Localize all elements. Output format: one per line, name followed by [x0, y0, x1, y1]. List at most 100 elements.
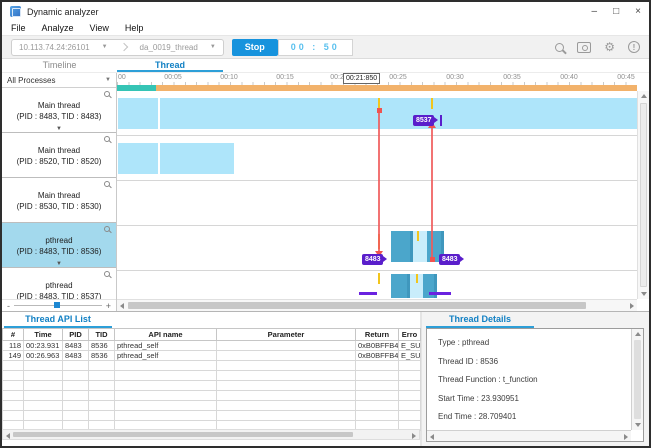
process-filter-select[interactable]: All Processes ▼ [2, 73, 116, 88]
tag-fragment [429, 292, 451, 295]
magnifier-icon[interactable] [104, 181, 110, 187]
magnifier-icon[interactable] [104, 91, 110, 97]
cell-api-name: pthread_self [115, 351, 217, 361]
detail-thread-id: Thread ID : 8536 [438, 357, 627, 366]
time-axis[interactable]: 00 00:05 00:10 00:15 00:20 00:25 00:30 0… [117, 73, 637, 85]
scrollbar-thumb[interactable] [640, 103, 647, 287]
magnifier-icon[interactable] [104, 271, 110, 277]
zoom-in-button[interactable]: + [106, 301, 111, 311]
scroll-down-icon[interactable] [635, 423, 641, 427]
scroll-up-icon[interactable] [641, 94, 647, 98]
cell-pid: 8483 [63, 341, 89, 351]
tab-timeline[interactable]: Timeline [2, 59, 117, 72]
thread-details-content: Type : pthread Thread ID : 8536 Thread F… [427, 329, 631, 430]
magnifier-icon[interactable] [104, 136, 110, 142]
chevron-down-icon: ▼ [102, 44, 108, 50]
bottom-panels: Thread API List # Time PID TID API name … [2, 311, 649, 446]
col-num[interactable]: # [3, 329, 24, 341]
detail-end-time: End Time : 28.709401 [438, 412, 627, 421]
maximize-button[interactable]: □ [613, 5, 619, 19]
chart-row-8536[interactable]: 8483 8483 [117, 226, 637, 271]
project-select[interactable]: da_0019_thread ▼ [133, 43, 223, 52]
device-select[interactable]: 10.113.74.24:26101 ▼ [12, 43, 115, 52]
axis-tick: 00:10 [220, 74, 238, 81]
table-row-empty [3, 371, 421, 381]
thread-run-segment [391, 231, 413, 262]
axis-tick: 00:30 [446, 74, 464, 81]
col-pid[interactable]: PID [63, 329, 89, 341]
settings-gear-icon[interactable]: ⚙ [604, 41, 615, 53]
zoom-slider-thumb[interactable] [54, 302, 60, 308]
scroll-left-icon[interactable] [430, 434, 434, 440]
col-tid[interactable]: TID [89, 329, 115, 341]
menu-view[interactable]: View [90, 23, 109, 33]
cell-parameter [217, 341, 356, 351]
chevron-down-icon: ▼ [210, 44, 216, 50]
info-icon[interactable]: ! [628, 41, 640, 53]
event-tick-orange [378, 234, 380, 249]
event-tick-yellow [431, 98, 433, 109]
app-window: Dynamic analyzer – □ × File Analyze View… [0, 0, 651, 448]
thread-activity-bar [118, 143, 234, 174]
scroll-left-icon[interactable] [120, 303, 124, 309]
scrollbar-thumb[interactable] [128, 302, 586, 309]
thread-list-panel: All Processes ▼ Main thread (PID : 8483,… [2, 73, 117, 311]
axis-tick: 00:45 [617, 74, 635, 81]
scroll-right-icon[interactable] [624, 434, 628, 440]
scroll-down-icon[interactable] [641, 292, 647, 296]
magnifier-icon[interactable] [104, 226, 110, 232]
table-row[interactable]: 149 00:26.963 8483 8536 pthread_self 0xB… [3, 351, 421, 361]
app-icon [10, 6, 21, 17]
details-vertical-scrollbar[interactable] [631, 329, 643, 430]
chart-row-8537[interactable] [117, 271, 637, 299]
cell-time: 00:23.931 [24, 341, 63, 351]
axis-tick: 00:40 [560, 74, 578, 81]
scrollbar-thumb[interactable] [13, 432, 353, 437]
timeline-chart: 00 00:05 00:10 00:15 00:20 00:25 00:30 0… [117, 73, 649, 311]
chart-row-8483[interactable]: 8537 [117, 91, 637, 136]
table-row[interactable]: 118 00:23.931 8483 8536 pthread_self 0xB… [3, 341, 421, 351]
zoom-out-button[interactable]: - [7, 301, 10, 311]
title-bar: Dynamic analyzer – □ × [2, 2, 649, 21]
zoom-slider-track[interactable] [14, 305, 102, 306]
expander-icon[interactable]: ▼ [56, 261, 62, 267]
tab-thread[interactable]: Thread [117, 59, 223, 72]
col-parameter[interactable]: Parameter [217, 329, 356, 341]
col-time[interactable]: Time [24, 329, 63, 341]
scroll-left-icon[interactable] [6, 433, 10, 439]
details-horizontal-scrollbar[interactable] [427, 430, 631, 441]
menu-help[interactable]: Help [125, 23, 144, 33]
thread-wait-segment [413, 231, 427, 262]
col-error[interactable]: Erro [399, 329, 421, 341]
close-button[interactable]: × [635, 5, 641, 19]
cell-num: 118 [3, 341, 24, 351]
thread-ids: (PID : 8483, TID : 8537) [2, 291, 116, 299]
col-api-name[interactable]: API name [115, 329, 217, 341]
thread-row-8520[interactable]: Main thread (PID : 8520, TID : 8520) [2, 133, 116, 178]
menu-analyze[interactable]: Analyze [42, 23, 74, 33]
stop-button[interactable]: Stop [232, 39, 278, 56]
tab-thread-details[interactable]: Thread Details [426, 312, 534, 328]
chart-horizontal-scrollbar[interactable] [117, 299, 637, 311]
scrollbar-thumb[interactable] [634, 340, 641, 419]
chart-row-8520[interactable] [117, 136, 637, 181]
thread-run-segment [391, 274, 410, 298]
minimize-button[interactable]: – [592, 5, 598, 19]
bar-gap [158, 98, 160, 129]
api-table-horizontal-scrollbar[interactable] [2, 429, 420, 440]
col-return[interactable]: Return [356, 329, 399, 341]
thread-row-8530[interactable]: Main thread (PID : 8530, TID : 8530) [2, 178, 116, 223]
chart-row-8530[interactable] [117, 181, 637, 226]
menu-file[interactable]: File [11, 23, 26, 33]
scroll-right-icon[interactable] [630, 303, 634, 309]
thread-row-8537[interactable]: pthread (PID : 8483, TID : 8537) [2, 268, 116, 299]
search-icon[interactable] [555, 43, 564, 52]
thread-row-8536-selected[interactable]: pthread (PID : 8483, TID : 8536) ▼ [2, 223, 116, 268]
scroll-up-icon[interactable] [635, 332, 641, 336]
tab-thread-api-list[interactable]: Thread API List [4, 312, 112, 328]
screenshot-icon[interactable] [577, 42, 591, 53]
thread-row-8483[interactable]: Main thread (PID : 8483, TID : 8483) ▼ [2, 88, 116, 133]
scroll-right-icon[interactable] [412, 433, 416, 439]
chart-vertical-scrollbar[interactable] [637, 91, 649, 299]
expander-icon[interactable]: ▼ [56, 126, 62, 132]
